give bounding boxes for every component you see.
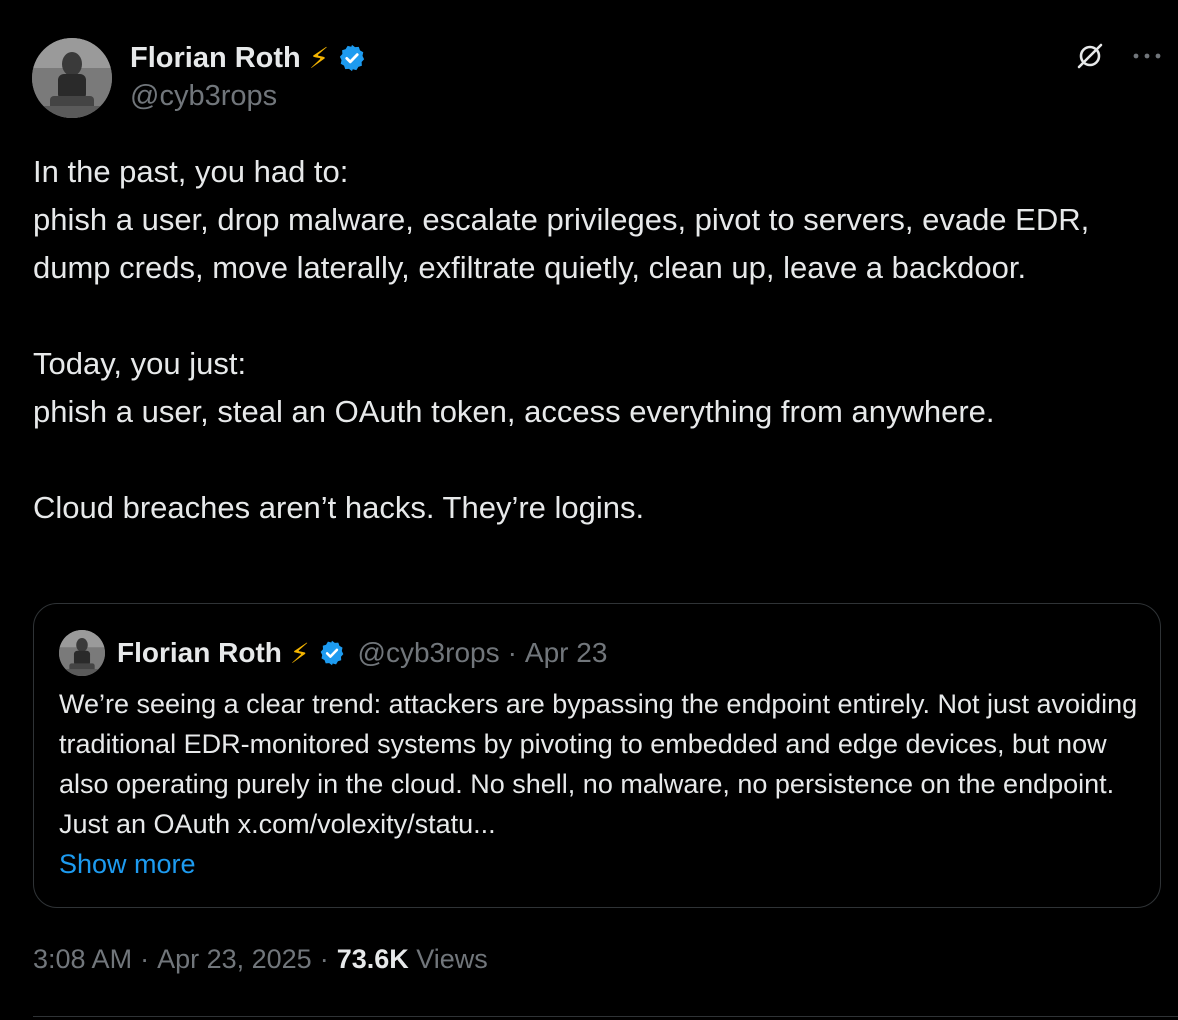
tweet-actions-top: [1074, 40, 1162, 72]
lightning-emoji: ⚡: [289, 637, 310, 669]
views-count: 73.6K: [336, 944, 409, 974]
author-name-row[interactable]: Florian Roth ⚡: [130, 38, 367, 78]
quoted-author-avatar[interactable]: [59, 630, 105, 676]
views-label: Views: [416, 944, 488, 974]
avatar-photo: [59, 630, 105, 676]
tweet-paragraph: Today, you just:: [33, 346, 247, 381]
tweet-paragraph: phish a user, steal an OAuth token, acce…: [33, 394, 995, 429]
tweet-text: In the past, you had to: phish a user, d…: [33, 148, 1153, 532]
quoted-tweet-header: Florian Roth ⚡ @cyb3rops · Apr 23: [59, 629, 607, 677]
quoted-tweet[interactable]: Florian Roth ⚡ @cyb3rops · Apr 23 We’re …: [33, 603, 1161, 908]
more-button[interactable]: [1132, 51, 1162, 61]
quoted-author-handle[interactable]: @cyb3rops: [358, 637, 500, 669]
tweet-paragraph: Cloud breaches aren’t hacks. They’re log…: [33, 490, 645, 525]
quoted-author-name[interactable]: Florian Roth: [117, 637, 282, 669]
quoted-tweet-text: We’re seeing a clear trend: attackers ar…: [59, 684, 1149, 884]
author-avatar[interactable]: [32, 38, 112, 118]
quoted-tweet-body: We’re seeing a clear trend: attackers ar…: [59, 689, 1138, 839]
show-more-link[interactable]: Show more: [59, 849, 196, 879]
author-handle[interactable]: @cyb3rops: [130, 80, 277, 113]
tweet-footer: 3:08 AM · Apr 23, 2025 · 73.6K Views: [33, 944, 488, 975]
grok-button[interactable]: [1074, 40, 1106, 72]
meta-separator: ·: [140, 944, 150, 974]
meta-separator: ·: [319, 944, 329, 974]
meta-separator: ·: [507, 637, 517, 668]
divider: [33, 1016, 1178, 1017]
tweet-paragraph: In the past, you had to:: [33, 154, 349, 189]
more-icon: [1133, 53, 1161, 59]
tweet-date[interactable]: Apr 23, 2025: [157, 944, 312, 975]
views-stat[interactable]: 73.6K Views: [337, 944, 488, 975]
quoted-tweet-date[interactable]: Apr 23: [525, 637, 608, 669]
grok-icon: [1077, 43, 1103, 69]
tweet-paragraph: phish a user, drop malware, escalate pri…: [33, 202, 1090, 285]
avatar-photo: [32, 38, 112, 118]
lightning-emoji: ⚡: [308, 42, 330, 75]
tweet-time[interactable]: 3:08 AM: [33, 944, 132, 975]
verified-badge-icon[interactable]: [337, 43, 367, 73]
verified-badge-icon[interactable]: [318, 639, 346, 667]
author-name[interactable]: Florian Roth: [130, 42, 301, 75]
